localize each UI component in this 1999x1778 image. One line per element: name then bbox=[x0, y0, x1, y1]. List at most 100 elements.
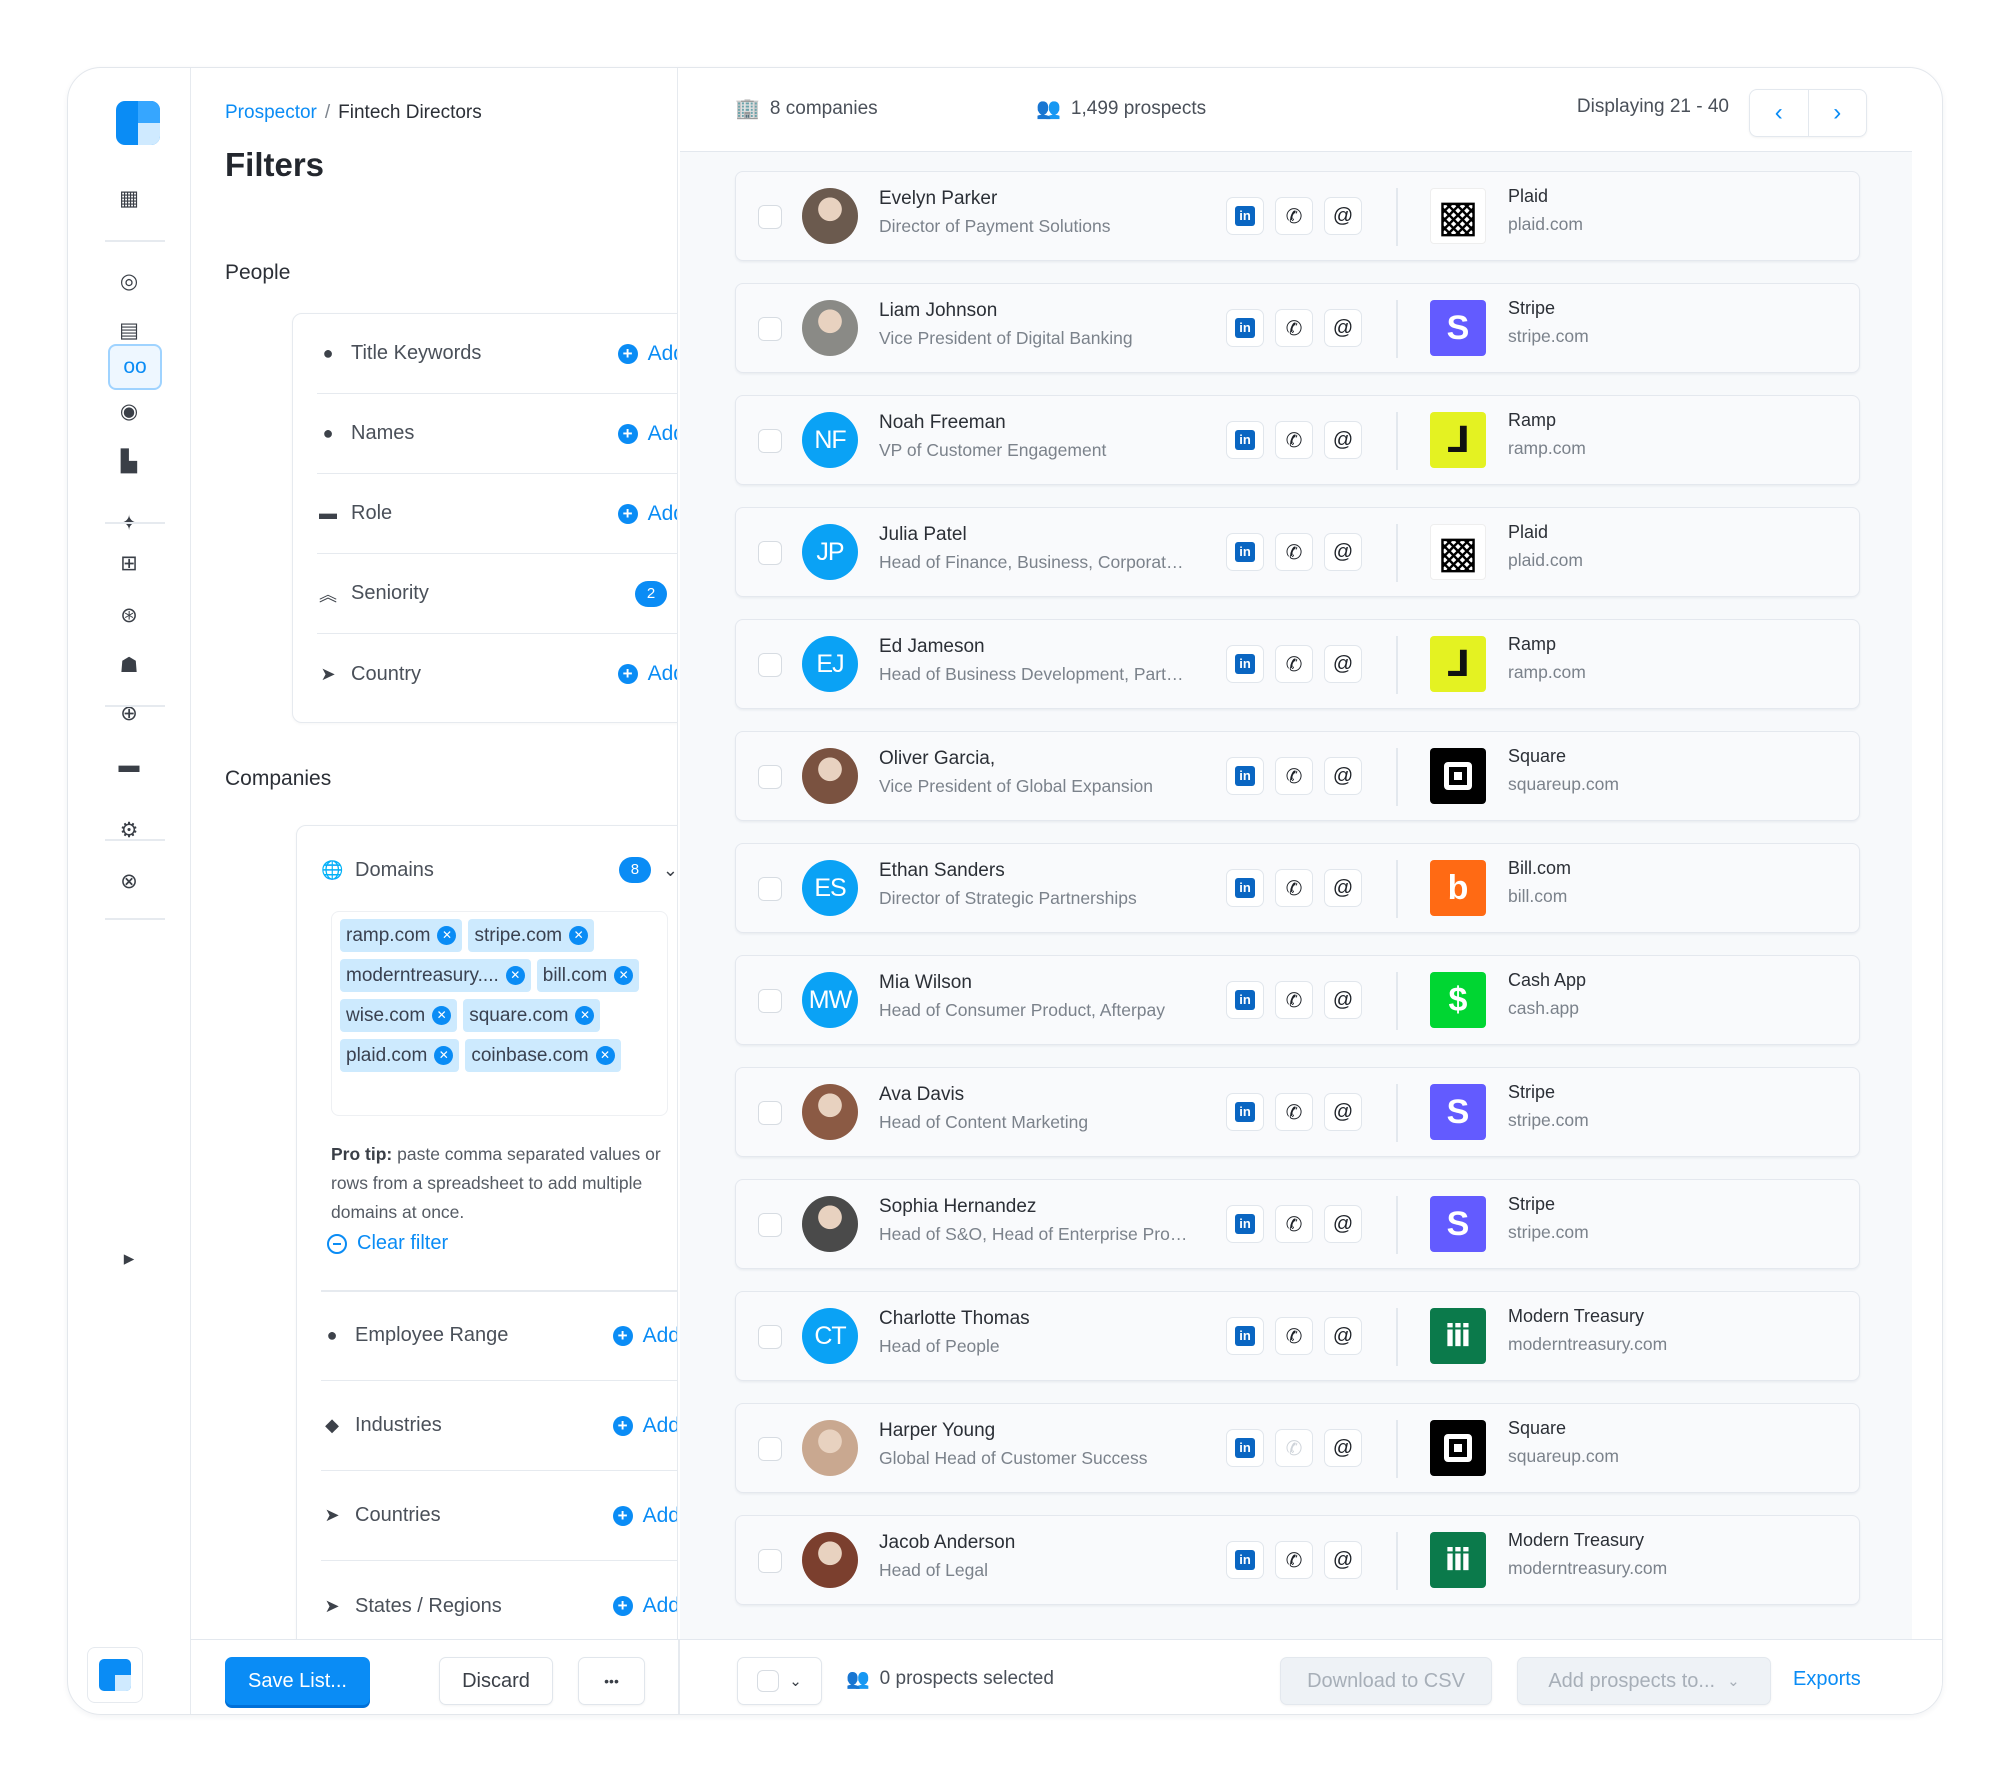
globe-icon[interactable]: ⊕ bbox=[109, 693, 149, 733]
radar-icon[interactable]: ◎ bbox=[109, 261, 149, 301]
email-button[interactable]: @ bbox=[1324, 533, 1362, 571]
remove-tag-icon[interactable]: ✕ bbox=[595, 1046, 615, 1065]
filter-seniority[interactable]: ︽Seniority2‹ bbox=[317, 554, 677, 634]
row-checkbox[interactable] bbox=[758, 653, 782, 677]
dashboard-icon[interactable]: ▦ bbox=[109, 178, 149, 218]
row-checkbox[interactable] bbox=[758, 877, 782, 901]
row-checkbox[interactable] bbox=[758, 1213, 782, 1237]
linkedin-button[interactable]: in bbox=[1226, 1093, 1264, 1131]
workspace-switcher[interactable] bbox=[87, 1647, 143, 1703]
phone-button[interactable]: ✆ bbox=[1275, 1093, 1313, 1131]
prospect-row[interactable]: Evelyn Parker Director of Payment Soluti… bbox=[735, 171, 1860, 261]
select-all-dropdown[interactable]: ⌄ bbox=[737, 1657, 822, 1705]
linkedin-button[interactable]: in bbox=[1226, 869, 1264, 907]
prospect-name[interactable]: Ava Davis bbox=[879, 1084, 964, 1106]
filter-title-keywords[interactable]: ● Title Keywords + Add bbox=[317, 314, 677, 394]
company-name[interactable]: Cash App bbox=[1508, 970, 1586, 991]
linkedin-button[interactable]: in bbox=[1226, 533, 1264, 571]
row-checkbox[interactable] bbox=[758, 205, 782, 229]
email-button[interactable]: @ bbox=[1324, 309, 1362, 347]
email-button[interactable]: @ bbox=[1324, 197, 1362, 235]
prospect-row[interactable]: Harper Young Global Head of Customer Suc… bbox=[735, 1403, 1860, 1493]
email-button[interactable]: @ bbox=[1324, 421, 1362, 459]
prospect-row[interactable]: Oliver Garcia, Vice President of Global … bbox=[735, 731, 1860, 821]
phone-button[interactable]: ✆ bbox=[1275, 1541, 1313, 1579]
email-button[interactable]: @ bbox=[1324, 869, 1362, 907]
linkedin-button[interactable]: in bbox=[1226, 1205, 1264, 1243]
filter-names[interactable]: ● Names + Add bbox=[317, 394, 677, 474]
phone-button[interactable]: ✆ bbox=[1275, 533, 1313, 571]
row-checkbox[interactable] bbox=[758, 1549, 782, 1573]
row-checkbox[interactable] bbox=[758, 989, 782, 1013]
phone-button[interactable]: ✆ bbox=[1275, 757, 1313, 795]
chevron-down-icon[interactable]: ⌄ bbox=[663, 860, 677, 881]
buildings-icon[interactable]: ▙ bbox=[109, 441, 149, 481]
phone-button[interactable]: ✆ bbox=[1275, 309, 1313, 347]
prospect-name[interactable]: Noah Freeman bbox=[879, 412, 1006, 434]
company-name[interactable]: Ramp bbox=[1508, 634, 1556, 655]
row-checkbox[interactable] bbox=[758, 1437, 782, 1461]
more-options-button[interactable]: ••• bbox=[578, 1657, 645, 1705]
phone-button[interactable]: ✆ bbox=[1275, 981, 1313, 1019]
search-people-icon[interactable]: ⊛ bbox=[109, 595, 149, 635]
email-button[interactable]: @ bbox=[1324, 1093, 1362, 1131]
prospect-name[interactable]: Harper Young bbox=[879, 1420, 995, 1442]
prospect-name[interactable]: Charlotte Thomas bbox=[879, 1308, 1030, 1330]
breadcrumb-prospector[interactable]: Prospector bbox=[225, 102, 317, 123]
remove-tag-icon[interactable]: ✕ bbox=[505, 966, 525, 985]
linkedin-button[interactable]: in bbox=[1226, 421, 1264, 459]
linkedin-button[interactable]: in bbox=[1226, 1317, 1264, 1355]
grid-icon[interactable]: ⊞ bbox=[109, 543, 149, 583]
prospect-row[interactable]: Sophia Hernandez Head of S&O, Head of En… bbox=[735, 1179, 1860, 1269]
company-name[interactable]: Modern Treasury bbox=[1508, 1530, 1644, 1551]
filter-countries[interactable]: ➤ Countries + Add bbox=[321, 1471, 677, 1561]
linkedin-button[interactable]: in bbox=[1226, 645, 1264, 683]
collapse-icon[interactable]: ▸ bbox=[109, 1238, 149, 1278]
email-button[interactable]: @ bbox=[1324, 1429, 1362, 1467]
linkedin-button[interactable]: in bbox=[1226, 197, 1264, 235]
phone-button[interactable]: ✆ bbox=[1275, 1205, 1313, 1243]
gear-icon[interactable]: ⚙ bbox=[109, 810, 149, 850]
email-button[interactable]: @ bbox=[1324, 757, 1362, 795]
add-filter-button[interactable]: + Add bbox=[612, 1414, 677, 1438]
row-checkbox[interactable] bbox=[758, 1101, 782, 1125]
add-filter-button[interactable]: + Add bbox=[612, 1504, 677, 1528]
remove-tag-icon[interactable]: ✕ bbox=[569, 926, 589, 945]
company-name[interactable]: Bill.com bbox=[1508, 858, 1571, 879]
prospect-name[interactable]: Evelyn Parker bbox=[879, 188, 997, 210]
prospect-row[interactable]: MW Mia Wilson Head of Consumer Product, … bbox=[735, 955, 1860, 1045]
download-csv-button[interactable]: Download to CSV bbox=[1280, 1657, 1492, 1705]
company-name[interactable]: Square bbox=[1508, 746, 1566, 767]
add-filter-button[interactable]: + Add bbox=[612, 1324, 677, 1348]
next-page-button[interactable]: › bbox=[1809, 90, 1867, 136]
filter-employee-range[interactable]: ● Employee Range + Add bbox=[321, 1291, 677, 1381]
prospect-name[interactable]: Liam Johnson bbox=[879, 300, 997, 322]
prospect-name[interactable]: Ethan Sanders bbox=[879, 860, 1005, 882]
linkedin-button[interactable]: in bbox=[1226, 1541, 1264, 1579]
binoculars-icon[interactable]: oo bbox=[108, 344, 162, 390]
remove-tag-icon[interactable]: ✕ bbox=[434, 1046, 454, 1065]
prospect-name[interactable]: Sophia Hernandez bbox=[879, 1196, 1036, 1218]
add-filter-button[interactable]: + Add bbox=[617, 502, 677, 526]
phone-button[interactable]: ✆ bbox=[1275, 1429, 1313, 1467]
prospect-name[interactable]: Oliver Garcia, bbox=[879, 748, 995, 770]
remove-tag-icon[interactable]: ✕ bbox=[575, 1006, 595, 1025]
company-name[interactable]: Ramp bbox=[1508, 410, 1556, 431]
add-filter-button[interactable]: + Add bbox=[617, 342, 677, 366]
company-name[interactable]: Square bbox=[1508, 1418, 1566, 1439]
company-name[interactable]: Plaid bbox=[1508, 186, 1548, 207]
company-name[interactable]: Modern Treasury bbox=[1508, 1306, 1644, 1327]
prospect-row[interactable]: NF Noah Freeman VP of Customer Engagemen… bbox=[735, 395, 1860, 485]
prospect-row[interactable]: ES Ethan Sanders Director of Strategic P… bbox=[735, 843, 1860, 933]
prospect-row[interactable]: Jacob Anderson Head of Legal in ✆ @ ⅲ Mo… bbox=[735, 1515, 1860, 1605]
prospect-row[interactable]: JP Julia Patel Head of Finance, Business… bbox=[735, 507, 1860, 597]
add-filter-button[interactable]: + Add bbox=[612, 1594, 677, 1618]
prev-page-button[interactable]: ‹ bbox=[1750, 90, 1809, 136]
prospect-name[interactable]: Jacob Anderson bbox=[879, 1532, 1015, 1554]
remove-tag-icon[interactable]: ✕ bbox=[614, 966, 634, 985]
contacts-icon[interactable]: ◉ bbox=[109, 391, 149, 431]
app-logo[interactable] bbox=[116, 101, 160, 145]
filter-role[interactable]: ▬ Role + Add bbox=[317, 474, 677, 554]
prospect-row[interactable]: EJ Ed Jameson Head of Business Developme… bbox=[735, 619, 1860, 709]
phone-button[interactable]: ✆ bbox=[1275, 421, 1313, 459]
